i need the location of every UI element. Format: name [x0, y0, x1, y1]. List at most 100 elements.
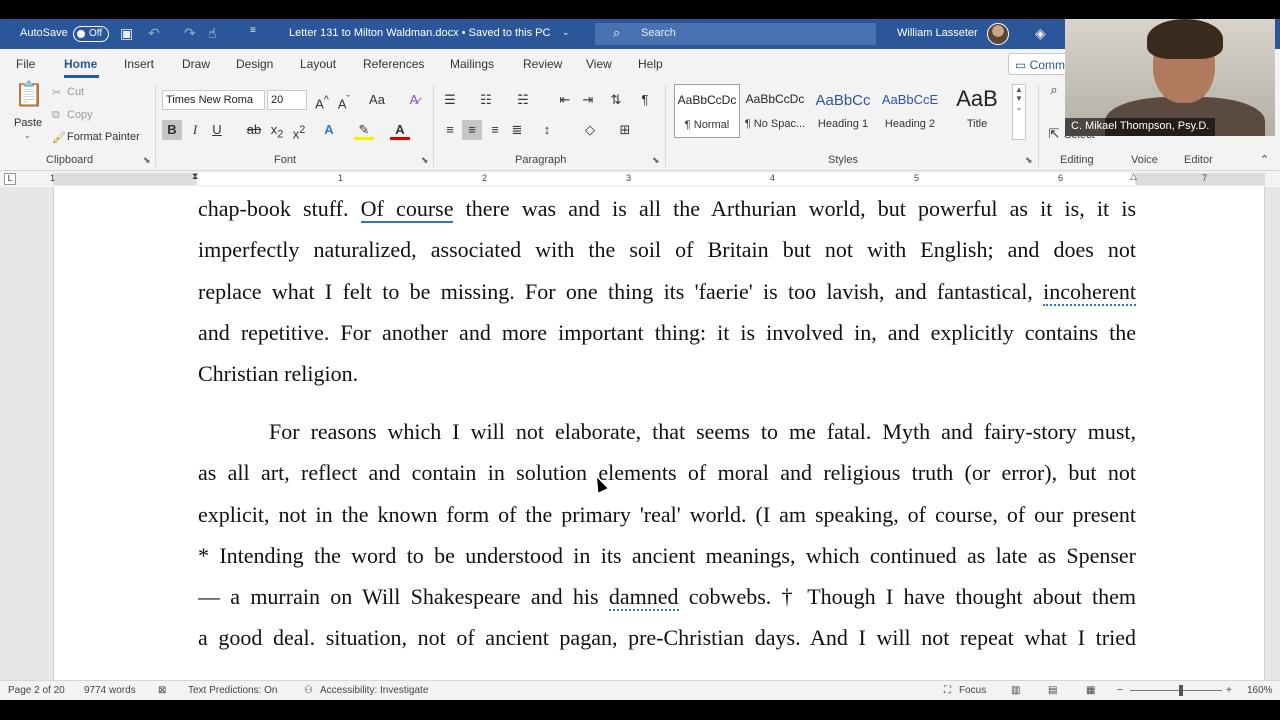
multilevel-list-icon[interactable]: ☵ — [513, 90, 533, 110]
chevron-down-icon[interactable]: ⌄ — [562, 27, 570, 38]
word-count[interactable]: 9774 words — [84, 685, 136, 696]
italic-button[interactable]: I — [185, 120, 205, 140]
tab-references[interactable]: References — [363, 57, 424, 71]
divider — [433, 85, 434, 167]
ruler-number: 1 — [50, 173, 56, 183]
find-icon[interactable]: ⌕ — [1044, 80, 1064, 100]
align-center-icon[interactable]: ≡ — [462, 120, 482, 140]
focus-button[interactable]: Focus — [959, 685, 986, 696]
styles-scroll[interactable]: ▲ ▼ ⌄ — [1012, 84, 1026, 140]
zoom-level[interactable]: 160% — [1247, 685, 1273, 696]
dialog-launcher-icon[interactable]: ⬊ — [143, 155, 151, 166]
search-input[interactable]: ⌕ Search — [595, 23, 876, 45]
tab-draw[interactable]: Draw — [182, 57, 210, 71]
paste-button[interactable]: Paste — [14, 117, 42, 129]
style-title[interactable]: AaB Title — [944, 84, 1010, 138]
tab-mailings[interactable]: Mailings — [450, 57, 494, 71]
tab-home[interactable]: Home — [64, 57, 97, 71]
document-title[interactable]: Letter 131 to Milton Waldman.docx • Save… — [289, 27, 550, 39]
numbering-icon[interactable]: ☷ — [476, 90, 496, 110]
tab-insert[interactable]: Insert — [124, 57, 154, 71]
zoom-out-icon[interactable]: − — [1117, 685, 1123, 696]
zoom-in-icon[interactable]: + — [1226, 685, 1232, 696]
tab-view[interactable]: View — [586, 57, 612, 71]
font-color-icon[interactable]: A — [390, 120, 410, 140]
page-count[interactable]: Page 2 of 20 — [8, 685, 65, 696]
grammar-suggestion[interactable]: Of course — [360, 196, 454, 223]
tab-design[interactable]: Design — [236, 57, 273, 71]
font-size-select[interactable]: 20 — [267, 90, 307, 110]
text-effects-icon[interactable]: A — [319, 120, 339, 140]
grow-font-icon[interactable]: A^ — [312, 90, 332, 111]
decrease-indent-icon[interactable]: ⇤ — [555, 90, 575, 110]
highlight-icon[interactable]: ✎ — [354, 120, 374, 140]
sort-icon[interactable]: ⇅ — [606, 90, 626, 110]
line-spacing-icon[interactable]: ↕ — [537, 120, 557, 140]
bold-button[interactable]: B — [162, 120, 182, 140]
show-marks-icon[interactable]: ¶ — [635, 90, 655, 110]
redo-icon[interactable]: ↷ — [184, 25, 196, 42]
active-tab-indicator — [64, 75, 99, 78]
video-participant-tile[interactable]: C. Mikael Thompson, Psy.D. — [1065, 19, 1275, 136]
font-family-select[interactable]: Times New Roma — [162, 90, 265, 110]
increase-indent-icon[interactable]: ⇥ — [578, 90, 598, 110]
user-name[interactable]: William Lasseter — [897, 27, 978, 39]
select-icon[interactable]: ⇱ — [1044, 124, 1064, 144]
autosave-toggle[interactable]: Off — [73, 26, 109, 42]
web-layout-icon[interactable]: ▦ — [1086, 685, 1095, 696]
style-no-spacing[interactable]: AaBbCcDc ¶ No Spac... — [742, 84, 808, 138]
change-case-icon[interactable]: Aa — [364, 90, 390, 110]
zoom-slider[interactable] — [1130, 690, 1222, 691]
editor-suggestion[interactable]: damned — [608, 584, 679, 611]
document-page[interactable]: chap-book stuff. Of course there was and… — [53, 187, 1265, 680]
zoom-slider-thumb[interactable] — [1179, 685, 1183, 696]
copy-button[interactable]: Copy — [67, 109, 93, 121]
bullets-icon[interactable]: ☰ — [440, 90, 460, 110]
clear-formatting-icon[interactable]: A̷ — [404, 90, 424, 110]
dialog-launcher-icon[interactable]: ⬊ — [652, 155, 660, 166]
subscript-button[interactable]: x2 — [267, 120, 287, 141]
tab-layout[interactable]: Layout — [300, 57, 336, 71]
style-heading-2[interactable]: AaBbCcE Heading 2 — [877, 84, 943, 138]
style-sample: AaBbCcDc — [677, 93, 737, 107]
editor-suggestion[interactable]: incoherent — [1043, 279, 1136, 306]
undo-icon[interactable]: ↶ — [148, 25, 160, 42]
screen-border-bottom — [0, 700, 1280, 720]
right-indent-marker[interactable]: △ — [1130, 171, 1137, 182]
tab-stop-selector[interactable]: L — [4, 173, 16, 185]
format-painter-button[interactable]: Format Painter — [67, 131, 140, 143]
avatar[interactable] — [987, 23, 1009, 45]
customize-toolbar-icon[interactable]: ≡ — [250, 25, 256, 36]
tab-help[interactable]: Help — [638, 57, 663, 71]
accessibility-status[interactable]: Accessibility: Investigate — [320, 685, 428, 696]
justify-icon[interactable]: ≣ — [507, 120, 527, 140]
superscript-button[interactable]: x2 — [289, 120, 309, 141]
tab-review[interactable]: Review — [523, 57, 562, 71]
chevron-down-icon[interactable]: ⌄ — [24, 131, 31, 140]
text-run: chap-book stuff. — [198, 196, 361, 221]
underline-button[interactable]: U — [207, 120, 227, 140]
dialog-launcher-icon[interactable]: ⬊ — [421, 155, 429, 166]
tab-file[interactable]: File — [16, 57, 35, 71]
diamond-icon[interactable]: ◈ — [1035, 25, 1046, 42]
borders-icon[interactable]: ⊞ — [615, 120, 635, 140]
align-right-icon[interactable]: ≡ — [485, 120, 505, 140]
cut-button[interactable]: Cut — [67, 86, 84, 98]
read-mode-icon[interactable]: ▥ — [1011, 685, 1020, 696]
style-heading-1[interactable]: AaBbCc Heading 1 — [810, 84, 876, 138]
shrink-font-icon[interactable]: Aˇ — [334, 90, 354, 111]
ruler-number: 5 — [914, 173, 920, 183]
touch-mode-icon[interactable]: ☝ — [208, 25, 217, 42]
font-group-label: Font — [274, 154, 297, 166]
collapse-ribbon-icon[interactable]: ⌃ — [1260, 153, 1269, 166]
align-left-icon[interactable]: ≡ — [440, 120, 460, 140]
print-layout-icon[interactable]: ▤ — [1048, 685, 1057, 696]
text-predictions-status[interactable]: Text Predictions: On — [188, 685, 277, 696]
left-indent-marker[interactable]: ⧗ — [192, 171, 198, 182]
save-icon[interactable]: ▣ — [120, 25, 133, 42]
style-normal[interactable]: AaBbCcDc ¶ Normal — [674, 84, 740, 138]
strikethrough-button[interactable]: ab — [244, 120, 264, 140]
dialog-launcher-icon[interactable]: ⬊ — [1025, 155, 1033, 166]
proofing-icon[interactable]: ⊠ — [158, 685, 166, 696]
shading-icon[interactable]: ◇ — [580, 120, 600, 140]
